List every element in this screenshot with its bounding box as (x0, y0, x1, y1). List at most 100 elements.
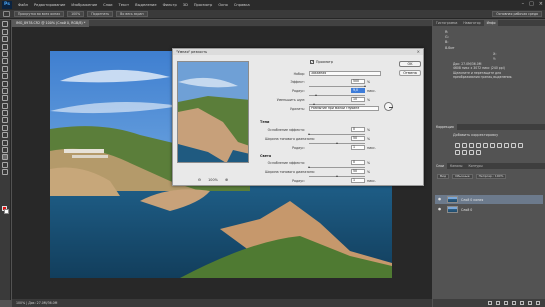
fit-screen-button[interactable]: Подогнать (87, 11, 114, 17)
hand-tool-icon[interactable] (2, 154, 8, 161)
menu-type[interactable]: Текст (116, 3, 133, 7)
new-group-icon[interactable] (520, 301, 524, 305)
marquee-tool-icon[interactable] (2, 28, 8, 35)
menu-view[interactable]: Просмотр (191, 3, 215, 7)
noise-field[interactable]: 10 (351, 97, 365, 102)
shadow-tonal-field[interactable]: 50 (351, 136, 365, 141)
visibility-eye-icon[interactable]: ● (438, 207, 441, 211)
brightness-icon[interactable] (455, 143, 460, 148)
menu-window[interactable]: Окно (215, 3, 231, 7)
healing-tool-icon[interactable] (2, 65, 8, 72)
document-tab[interactable]: IMG_8978.CR2 @ 100% (Слой 0, RGB/8) * (12, 20, 90, 27)
history-brush-tool-icon[interactable] (2, 87, 8, 94)
shadow-radius-field[interactable]: 1 (351, 145, 365, 150)
tab-info[interactable]: Инфо (483, 20, 499, 26)
hue-saturation-icon[interactable] (490, 143, 495, 148)
tab-channels[interactable]: Каналы (447, 163, 465, 169)
extra-tools-icon[interactable] (2, 169, 8, 176)
dialog-preview[interactable] (177, 61, 249, 163)
crop-tool-icon[interactable] (2, 50, 8, 57)
new-layer-icon[interactable] (528, 301, 532, 305)
posterize-icon[interactable] (462, 150, 467, 155)
gradient-map-icon[interactable] (476, 150, 481, 155)
noise-slider-knob[interactable] (313, 102, 316, 105)
shape-tool-icon[interactable] (2, 147, 8, 154)
highlight-radius-field[interactable]: 1 (351, 178, 365, 183)
invert-icon[interactable] (455, 150, 460, 155)
eraser-tool-icon[interactable] (2, 95, 8, 102)
pen-tool-icon[interactable] (2, 124, 8, 131)
amount-slider[interactable] (309, 84, 366, 87)
zoom-100-button[interactable]: 100% (67, 11, 85, 17)
visibility-eye-icon[interactable]: ● (438, 197, 441, 201)
zoom-out-icon[interactable]: ⊖ (198, 177, 201, 182)
minimize-icon[interactable]: – (522, 1, 525, 8)
link-layers-icon[interactable] (488, 301, 492, 305)
gradient-tool-icon[interactable] (2, 102, 8, 109)
workspace-select[interactable]: Основная рабочая среда (492, 11, 542, 17)
trash-icon[interactable] (536, 301, 540, 305)
layer-row[interactable]: ● Слой 0 (435, 205, 543, 214)
zoom-in-icon[interactable]: ⊕ (225, 177, 228, 182)
noise-slider[interactable] (309, 102, 365, 105)
radius-slider-knob[interactable] (315, 93, 318, 96)
menu-filter[interactable]: Фильтр (160, 3, 180, 7)
move-tool-icon[interactable] (2, 21, 8, 28)
menu-layers[interactable]: Слои (100, 3, 115, 7)
channel-mixer-icon[interactable] (518, 143, 523, 148)
preview-checkbox[interactable]: ✓ (310, 60, 314, 64)
vibrance-icon[interactable] (483, 143, 488, 148)
menu-edit[interactable]: Редактирование (31, 3, 68, 7)
curves-icon[interactable] (469, 143, 474, 148)
threshold-icon[interactable] (469, 150, 474, 155)
shadow-tonal-slider[interactable] (309, 141, 365, 144)
highlight-tonal-slider[interactable] (309, 174, 365, 177)
preset-select[interactable]: Заказная (309, 71, 381, 76)
radius-slider[interactable] (309, 93, 365, 96)
highlight-fade-field[interactable]: 0 (351, 160, 365, 165)
tab-adjustments[interactable]: Коррекция (433, 124, 457, 130)
stamp-tool-icon[interactable] (2, 80, 8, 87)
dodge-tool-icon[interactable] (2, 117, 8, 124)
lasso-tool-icon[interactable] (2, 36, 8, 43)
quick-select-tool-icon[interactable] (2, 43, 8, 50)
shadow-fade-field[interactable]: 0 (351, 127, 365, 132)
scroll-all-windows-button[interactable]: Прокрутка во всех окнах (14, 11, 65, 17)
adjustment-layer-icon[interactable] (512, 301, 516, 305)
amount-field[interactable]: 500 (351, 79, 365, 84)
layer-row[interactable]: ● Слой 0 копия (435, 195, 543, 204)
exposure-icon[interactable] (476, 143, 481, 148)
black-white-icon[interactable] (504, 143, 509, 148)
type-tool-icon[interactable] (2, 132, 8, 139)
hand-tool-icon[interactable] (3, 11, 10, 17)
background-color-swatch[interactable] (4, 209, 9, 214)
highlight-tonal-field[interactable]: 50 (351, 169, 365, 174)
close-icon[interactable]: × (539, 1, 543, 8)
menu-image[interactable]: Изображение (68, 3, 100, 7)
path-select-tool-icon[interactable] (2, 139, 8, 146)
fill-screen-button[interactable]: Во весь экран (116, 11, 148, 17)
highlight-fade-slider[interactable] (307, 165, 365, 168)
photo-filter-icon[interactable] (511, 143, 516, 148)
close-icon[interactable]: × (417, 49, 420, 55)
menu-3d[interactable]: 3D (180, 3, 191, 7)
angle-dial-icon[interactable] (384, 102, 393, 111)
radius-field[interactable]: 9,0 (351, 88, 365, 93)
highlight-fade-slider-knob[interactable] (307, 165, 310, 168)
amount-slider-knob[interactable] (363, 84, 366, 87)
tab-histogram[interactable]: Гистограмма (433, 20, 460, 26)
brush-tool-icon[interactable] (2, 73, 8, 80)
menu-select[interactable]: Выделение (132, 3, 159, 7)
color-balance-icon[interactable] (497, 143, 502, 148)
add-mask-icon[interactable] (504, 301, 508, 305)
tab-paths[interactable]: Контуры (465, 163, 485, 169)
layer-kind-filter[interactable]: Вид (437, 174, 450, 179)
shadow-fade-slider[interactable] (307, 132, 365, 135)
menu-help[interactable]: Справка (231, 3, 253, 7)
ok-button[interactable]: OK (399, 61, 421, 67)
shadow-fade-slider-knob[interactable] (307, 132, 310, 135)
menu-file[interactable]: Файл (15, 3, 31, 7)
opacity-field[interactable]: Непрозр.: 100% (475, 174, 507, 179)
blur-tool-icon[interactable] (2, 110, 8, 117)
cancel-button[interactable]: Отмена (399, 70, 421, 76)
